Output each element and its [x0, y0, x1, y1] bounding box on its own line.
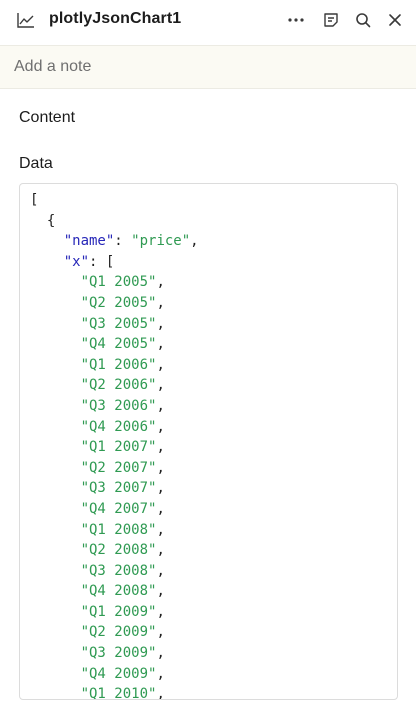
code-x-value: "Q4 2008"	[80, 583, 157, 600]
line-chart-icon	[16, 10, 36, 30]
code-x-value: "Q1 2010"	[80, 686, 157, 700]
note-bar: Add a note	[0, 45, 416, 89]
code-name-key: "name"	[63, 233, 115, 250]
json-code[interactable]: [ { "name": "price", "x": [ "Q1 2005", "…	[30, 190, 199, 700]
code-x-value: "Q4 2005"	[80, 336, 157, 353]
code-x-value: "Q3 2005"	[80, 315, 157, 332]
code-x-value: "Q1 2006"	[80, 356, 157, 373]
code-x-value: "Q2 2007"	[80, 459, 157, 476]
code-x-value: "Q3 2009"	[80, 645, 157, 662]
add-note-field[interactable]: Add a note	[14, 58, 91, 76]
code-x-value: "Q4 2009"	[80, 665, 157, 682]
close-icon[interactable]	[384, 9, 406, 31]
panel-header: plotlyJsonChart1	[0, 0, 416, 45]
panel-title: plotlyJsonChart1	[49, 10, 182, 27]
code-x-value: "Q4 2006"	[80, 418, 157, 435]
json-data-editor[interactable]: [ { "name": "price", "x": [ "Q1 2005", "…	[19, 183, 398, 700]
code-x-value: "Q1 2009"	[80, 603, 157, 620]
code-x-value: "Q4 2007"	[80, 500, 157, 517]
code-object-open: {	[46, 212, 56, 229]
code-name-value: "price"	[131, 233, 191, 250]
code-x-value: "Q2 2008"	[80, 542, 157, 559]
notes-icon[interactable]	[320, 9, 342, 31]
code-x-value: "Q2 2006"	[80, 377, 157, 394]
code-x-value: "Q2 2005"	[80, 294, 157, 311]
code-x-value: "Q3 2007"	[80, 480, 157, 497]
more-icon[interactable]	[285, 9, 307, 31]
code-x-value: "Q3 2006"	[80, 397, 157, 414]
search-icon[interactable]	[352, 9, 374, 31]
code-x-value: "Q1 2007"	[80, 439, 157, 456]
code-array-open: [	[30, 192, 39, 208]
code-x-value: "Q1 2008"	[80, 521, 157, 538]
code-x-value: "Q2 2009"	[80, 624, 157, 641]
content-section-title: Content	[19, 109, 76, 126]
code-x-value: "Q1 2005"	[80, 274, 157, 291]
code-x-value: "Q3 2008"	[80, 562, 157, 579]
code-x-open: [	[105, 253, 115, 270]
data-field-label: Data	[19, 155, 53, 172]
code-x-key: "x"	[63, 253, 90, 270]
